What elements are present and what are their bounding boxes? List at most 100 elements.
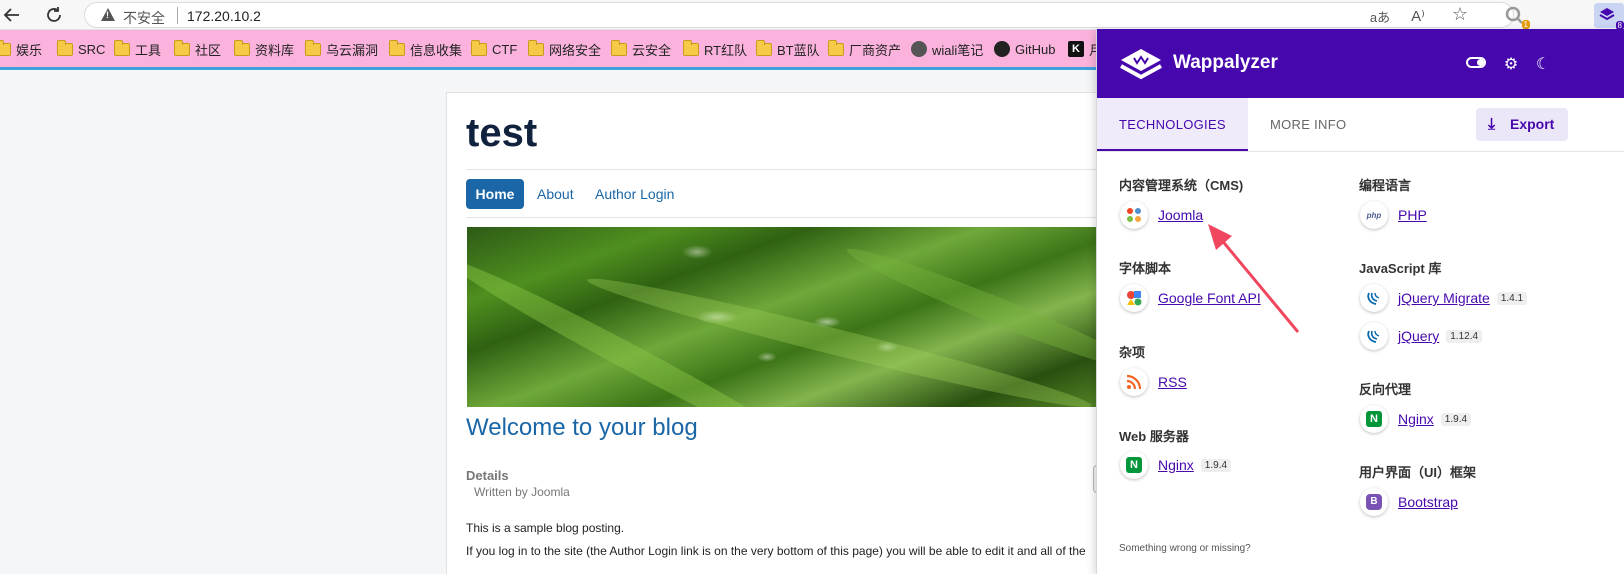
bookmark-item[interactable]: SRC <box>57 39 106 58</box>
tech-link[interactable]: Nginx <box>1158 457 1194 473</box>
tech-item[interactable]: RSS <box>1120 367 1187 397</box>
php-glyph: php <box>1366 210 1382 220</box>
favorite-icon[interactable]: ☆ <box>1449 4 1471 25</box>
extension-badge: 1 <box>1521 20 1530 29</box>
export-label: Export <box>1510 116 1555 132</box>
post-title[interactable]: Welcome to your blog <box>466 414 698 442</box>
tech-item[interactable]: Google Font API <box>1120 283 1261 313</box>
nginx-icon: N <box>1120 451 1148 479</box>
bookmark-item[interactable]: 乌云漏洞 <box>305 39 378 58</box>
bookmark-item[interactable]: 信息收集 <box>389 39 462 58</box>
security-label[interactable]: 不安全 <box>123 8 165 28</box>
version-badge: 1.9.4 <box>1200 458 1232 472</box>
tech-item[interactable]: N Nginx 1.9.4 <box>1360 404 1472 434</box>
tech-link[interactable]: Joomla <box>1158 207 1203 223</box>
tab-more-info[interactable]: MORE INFO <box>1248 98 1368 151</box>
details-label: Details <box>466 468 509 483</box>
tech-link[interactable]: PHP <box>1398 207 1427 223</box>
category-title: 反向代理 <box>1359 382 1412 397</box>
bookmark-label: wiali笔记 <box>932 42 984 58</box>
version-badge: 1.12.4 <box>1446 329 1483 343</box>
bookmark-item[interactable]: 厂商资产 <box>828 39 901 58</box>
read-aloud-icon[interactable]: A⁾ <box>1407 7 1429 25</box>
url-input[interactable]: 不安全 172.20.10.2 aあ A⁾ ☆ <box>84 2 1514 28</box>
tech-link[interactable]: Bootstrap <box>1398 494 1458 510</box>
bookmark-item[interactable]: CTF <box>471 39 518 58</box>
bookmark-item[interactable]: 娱乐 <box>0 39 43 58</box>
folder-icon <box>389 39 405 56</box>
banner-image <box>467 227 1127 407</box>
category-title: 字体脚本 <box>1119 261 1172 276</box>
bookmark-item[interactable]: 工具 <box>114 39 161 58</box>
divider <box>177 7 178 24</box>
nav-author-login[interactable]: Author Login <box>595 179 674 209</box>
nav-home[interactable]: Home <box>466 179 524 209</box>
tech-item[interactable]: N Nginx 1.9.4 <box>1120 450 1232 480</box>
tech-link[interactable]: Google Font API <box>1158 290 1261 306</box>
category-title: JavaScript 库 <box>1359 261 1442 276</box>
k-icon: K <box>1068 41 1084 57</box>
divider <box>466 217 1146 218</box>
translate-icon[interactable]: aあ <box>1369 7 1391 26</box>
folder-icon <box>234 39 250 56</box>
jquery-icon <box>1360 322 1388 350</box>
bookmark-item[interactable]: 社区 <box>174 39 222 58</box>
bookmark-label: CTF <box>492 41 518 57</box>
page-load-bar <box>0 67 1140 70</box>
tab-technologies[interactable]: TECHNOLOGIES <box>1097 98 1248 151</box>
toggle-switch[interactable] <box>1466 57 1486 68</box>
export-button[interactable]: ⤓ Export <box>1476 108 1568 141</box>
extension-icon[interactable]: 1 <box>1504 5 1530 29</box>
tech-item[interactable]: jQuery Migrate 1.4.1 <box>1360 283 1528 313</box>
bookmark-label: 云安全 <box>632 42 672 58</box>
bookmark-item[interactable]: BT蓝队 <box>756 39 820 58</box>
folder-icon <box>528 39 544 56</box>
bootstrap-icon: B <box>1360 488 1388 516</box>
google-font-icon <box>1120 284 1148 312</box>
category-title: 用户界面（UI）框架 <box>1359 465 1477 480</box>
settings-icon[interactable]: ⚙ <box>1501 54 1521 74</box>
bookmark-item[interactable]: wiali笔记 <box>911 40 983 58</box>
bookmark-item[interactable]: RT红队 <box>683 39 748 58</box>
joomla-icon <box>1120 201 1148 229</box>
url-text[interactable]: 172.20.10.2 <box>187 8 261 24</box>
tech-item[interactable]: jQuery 1.12.4 <box>1360 321 1483 351</box>
tech-link[interactable]: jQuery Migrate <box>1398 290 1490 306</box>
avatar-icon <box>911 41 927 57</box>
tech-item[interactable]: Joomla <box>1120 200 1203 230</box>
folder-icon <box>611 39 627 56</box>
refresh-icon[interactable] <box>42 3 66 27</box>
bookmark-item[interactable]: 网络安全 <box>528 39 602 58</box>
back-icon[interactable] <box>0 3 24 27</box>
tech-item[interactable]: B Bootstrap <box>1360 487 1458 517</box>
bookmark-label: RT红队 <box>704 42 748 58</box>
bookmark-item[interactable]: GitHub <box>994 40 1055 58</box>
category-title: Web 服务器 <box>1119 429 1189 444</box>
site-title[interactable]: test <box>466 111 537 156</box>
bookmark-item[interactable]: 资料库 <box>234 39 294 58</box>
dark-mode-icon[interactable]: ☾ <box>1533 54 1553 74</box>
address-bar: 不安全 172.20.10.2 aあ A⁾ ☆ 1 8 <box>0 0 1624 30</box>
folder-icon <box>57 39 73 56</box>
bookmark-item[interactable]: 云安全 <box>611 39 672 58</box>
feedback-link[interactable]: Something wrong or missing? <box>1119 543 1251 554</box>
author-byline: Written by Joomla <box>474 485 570 499</box>
folder-icon <box>174 39 190 56</box>
post-paragraph: If you log in to the site (the Author Lo… <box>466 544 1086 558</box>
folder-icon <box>471 39 487 56</box>
wappalyzer-extension-icon[interactable]: 8 <box>1594 3 1624 30</box>
tech-link[interactable]: jQuery <box>1398 328 1439 344</box>
tech-link[interactable]: Nginx <box>1398 411 1434 427</box>
bookmark-label: 网络安全 <box>549 42 602 58</box>
bookmark-label: 社区 <box>195 42 222 58</box>
bookmark-label: SRC <box>78 41 106 57</box>
tech-item[interactable]: php PHP <box>1360 200 1427 230</box>
warning-icon <box>101 8 115 21</box>
nginx-icon: N <box>1360 405 1388 433</box>
tech-link[interactable]: RSS <box>1158 374 1187 390</box>
php-icon: php <box>1360 201 1388 229</box>
nav-about[interactable]: About <box>537 179 574 209</box>
bookmark-label: 娱乐 <box>16 42 43 58</box>
bookmark-label: BT蓝队 <box>777 42 820 58</box>
tabs-bar: TECHNOLOGIES MORE INFO ⤓ Export <box>1097 98 1624 152</box>
